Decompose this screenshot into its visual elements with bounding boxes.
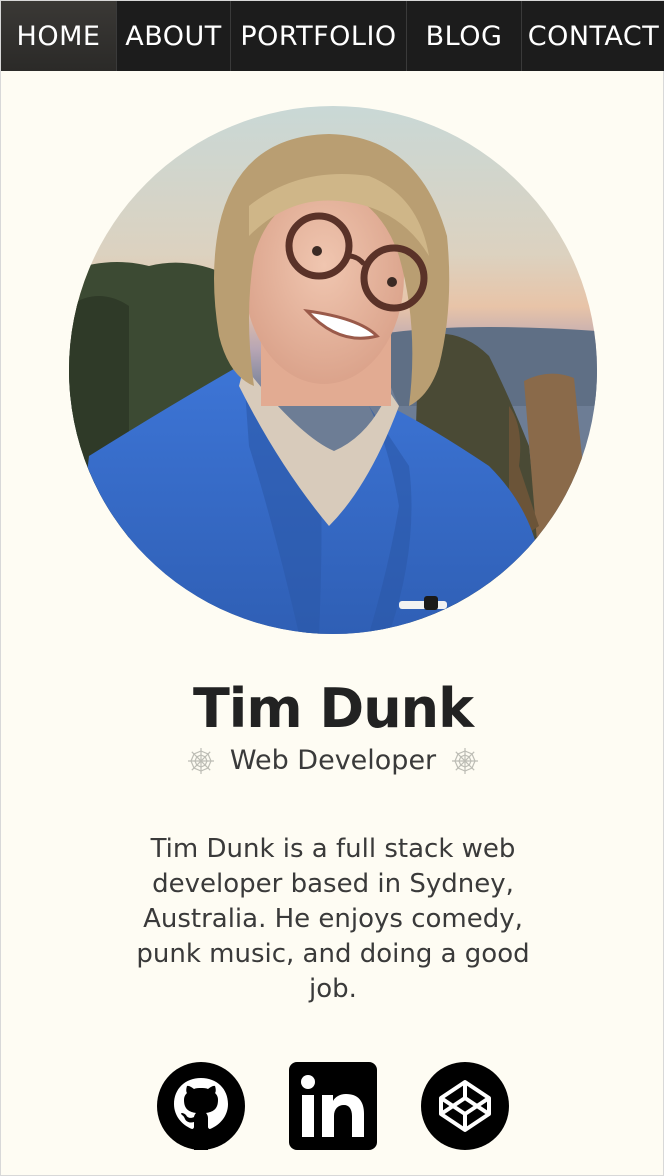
linkedin-link[interactable]: [289, 1062, 377, 1150]
github-icon: [157, 1062, 245, 1150]
profile-bio: Tim Dunk is a full stack web developer b…: [136, 834, 530, 1004]
spider-web-icon: [452, 747, 479, 774]
social-links: [1, 1062, 664, 1150]
nav-item-portfolio[interactable]: PORTFOLIO: [231, 1, 407, 71]
nav-item-about[interactable]: ABOUT: [117, 1, 231, 71]
profile-name: Tim Dunk: [192, 677, 474, 740]
nav-item-blog[interactable]: BLOG: [407, 1, 522, 71]
codepen-icon: [421, 1062, 509, 1150]
role-row: Web Developer: [1, 745, 664, 776]
profile-role: Web Developer: [229, 745, 437, 776]
spider-web-icon: [187, 747, 214, 774]
codepen-link[interactable]: [421, 1062, 509, 1150]
profile-photo: [69, 106, 597, 634]
github-link[interactable]: [157, 1062, 245, 1150]
top-navbar: HOME ABOUT PORTFOLIO BLOG CONTACT: [1, 1, 664, 71]
nav-item-contact[interactable]: CONTACT: [522, 1, 664, 71]
linkedin-icon: [289, 1062, 377, 1150]
nav-item-home[interactable]: HOME: [1, 1, 117, 71]
